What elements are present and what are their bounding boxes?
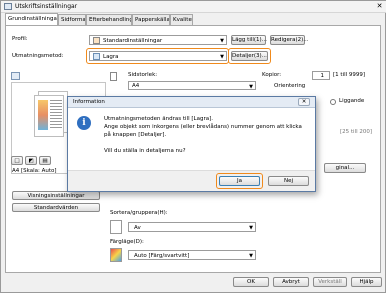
scale-range: [25 till 200] — [340, 129, 373, 135]
chevron-down-icon: ▼ — [220, 38, 224, 44]
sort-label: Sortera/gruppera(H): — [110, 210, 168, 216]
information-dialog: Information ✕ i Utmatningsmetoden ändras… — [67, 96, 316, 192]
tab-finishing[interactable]: Efterbehandling — [86, 14, 132, 25]
copies-label: Kopior: — [262, 72, 282, 78]
preview-caption: A4 [Skala: Auto] — [12, 168, 57, 174]
color-mode-label: Färgläge(D): — [110, 239, 144, 245]
landscape-label: Liggande — [339, 98, 365, 104]
sort-select[interactable]: Av ▼ — [128, 222, 256, 232]
tab-basic-settings[interactable]: Grundinställningar — [5, 13, 58, 25]
chevron-down-icon: ▼ — [220, 54, 224, 60]
preview-toolbar: □ ◩ ▤ — [11, 156, 71, 166]
copies-input[interactable]: 1 — [312, 71, 330, 80]
dialog-message-line-2: Ange objekt som inkorgens (eller brevlåd… — [104, 124, 302, 130]
preview-mode-button-2[interactable]: ◩ — [25, 156, 37, 165]
yes-button[interactable]: Ja — [219, 176, 260, 186]
dialog-close-icon[interactable]: ✕ — [298, 98, 310, 106]
tab-page-setup[interactable]: Sidformat — [58, 14, 86, 25]
no-button[interactable]: Nej — [268, 176, 309, 186]
add-profile-button[interactable]: Lägg till(1)... — [231, 35, 267, 45]
ok-button[interactable]: OK — [233, 277, 269, 287]
printer-settings-button[interactable]: Visningsinställningar — [12, 191, 100, 200]
dialog-title: Information — [73, 99, 105, 105]
close-icon[interactable]: ✕ — [375, 2, 384, 11]
preview-text-lines — [50, 100, 62, 130]
preview-mode-button-1[interactable]: □ — [11, 156, 23, 165]
preview-mode-button-3[interactable]: ▤ — [39, 156, 51, 165]
window-title: Utskriftsinställningar — [15, 3, 78, 10]
tab-paper-source[interactable]: Papperskälla — [132, 14, 170, 25]
tab-quality[interactable]: Kvalitet — [170, 14, 193, 25]
profile-value: Standardinställningar — [103, 37, 163, 44]
color-mode-icon — [110, 248, 122, 262]
dialog-message-line-3: på knappen [Detaljer]. — [104, 132, 167, 138]
store-icon — [93, 53, 100, 60]
color-mode-value: Auto [Färg/svartvitt] — [134, 252, 190, 259]
edit-profile-button[interactable]: Redigera(2)... — [270, 35, 309, 45]
sort-value: Av — [134, 224, 141, 231]
page-size-select[interactable]: A4 ▼ — [128, 81, 256, 90]
profile-label: Profil: — [12, 36, 28, 42]
sort-icon — [110, 220, 122, 234]
orientation-label: Orientering — [274, 83, 306, 89]
preview-mode-icon[interactable] — [11, 72, 20, 80]
copies-value: 1 — [320, 73, 325, 79]
dialog-message-line-4: Vill du ställa in detaljerna nu? — [104, 148, 186, 154]
cancel-button[interactable]: Avbryt — [273, 277, 309, 287]
preview-color-block — [38, 100, 48, 130]
title-bar: Utskriftsinställningar ✕ — [1, 1, 386, 13]
chevron-down-icon: ▼ — [249, 225, 253, 231]
dialog-message-line-1: Utmatningsmetoden ändras till [Lagra]. — [104, 116, 213, 122]
help-button[interactable]: Hjälp — [351, 277, 382, 287]
printer-app-icon — [4, 3, 12, 10]
page-size-icon — [110, 72, 117, 81]
info-icon: i — [77, 116, 91, 130]
landscape-radio[interactable] — [330, 99, 336, 105]
page-size-label: Sidstorlek: — [128, 72, 158, 78]
output-method-select[interactable]: Lagra ▼ — [89, 51, 227, 61]
page-size-value: A4 — [132, 83, 140, 89]
output-method-label: Utmatningsmetod: — [12, 53, 64, 59]
dialog-footer: Ja Nej — [68, 170, 315, 191]
chevron-down-icon: ▼ — [249, 253, 253, 259]
details-button[interactable]: Detaljer(3)... — [231, 51, 268, 61]
preview-page-front — [34, 95, 64, 137]
manual-settings-button[interactable]: ginal... — [324, 163, 366, 173]
defaults-button[interactable]: Standardvärden — [12, 203, 100, 212]
copies-range: [1 till 9999] — [333, 72, 366, 78]
profile-icon — [93, 37, 100, 44]
apply-button[interactable]: Verkställ — [313, 277, 347, 287]
output-method-value: Lagra — [103, 53, 119, 60]
dialog-title-bar: Information ✕ — [68, 97, 315, 108]
color-mode-select[interactable]: Auto [Färg/svartvitt] ▼ — [128, 250, 256, 260]
chevron-down-icon: ▼ — [249, 84, 253, 90]
profile-select[interactable]: Standardinställningar ▼ — [89, 35, 227, 45]
